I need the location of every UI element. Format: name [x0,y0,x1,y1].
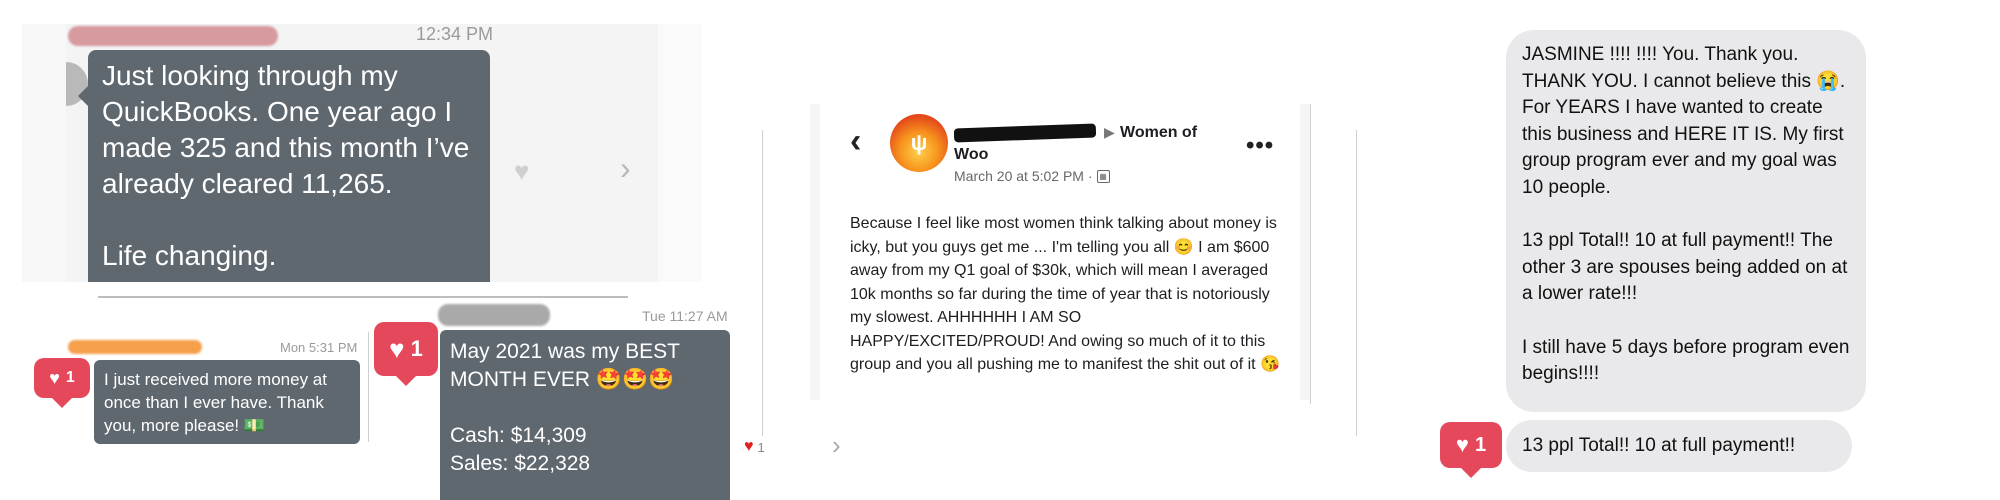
message-text: Just looking through my QuickBooks. One … [102,60,470,271]
post-card: ‹ ψ ▶ Women of Woo March 20 at 5:02 PM ·… [820,104,1300,400]
back-icon[interactable]: ‹ [850,122,861,161]
chevron-right-icon[interactable]: › [620,150,631,187]
reply-bubble: 13 ppl Total!! 10 at full payment!! [1506,420,1852,472]
group-name[interactable]: Women of Woo [954,122,1214,166]
reply-text: 13 ppl Total!! 10 at full payment!! [1522,435,1796,456]
panel-quickbooks-screenshot: 12:34 PM Just looking through my QuickBo… [22,24,702,282]
bubble-pointer [78,86,88,106]
panel-more-money-message: Mon 5:31 PM ♥ 1 I just received more mon… [34,336,368,456]
small-heart-reaction[interactable]: ♥ 1 [744,438,765,456]
panel-imessage-thread: JASMINE !!!! !!!! You. Thank you. THANK … [1440,30,1900,490]
message-text: I just received more money at once than … [104,370,327,435]
heart-icon: ♥ [1455,432,1469,457]
redacted-sender-name [68,340,202,354]
message-timestamp: Tue 11:27 AM [642,308,728,324]
message-bubble: JASMINE !!!! !!!! You. Thank you. THANK … [1506,30,1866,412]
heart-count: 1 [65,369,75,386]
heart-icon[interactable]: ♥ [514,156,529,187]
message-text: JASMINE !!!! !!!! You. Thank you. THANK … [1522,44,1850,385]
panel-facebook-post: ‹ ψ ▶ Women of Woo March 20 at 5:02 PM ·… [810,104,1310,400]
heart-reaction-badge[interactable]: ♥ 1 [374,322,438,386]
post-text: Because I feel like most women think tal… [850,215,1280,373]
heart-reaction-badge[interactable]: ♥ 1 [1440,422,1502,478]
separator-line [1310,104,1311,404]
message-timestamp: 12:34 PM [416,24,494,44]
utensils-icon: ψ [910,130,928,155]
message-bubble: May 2021 was my BEST MONTH EVER 🤩🤩🤩 Cash… [440,330,730,500]
globe-icon: ▦ [1096,169,1110,183]
heart-count: 1 [410,336,423,361]
message-bubble: Just looking through my QuickBooks. One … [88,50,490,282]
message-bubble: I just received more money at once than … [94,360,360,444]
message-timestamp: Mon 5:31 PM [280,340,358,355]
left-edge-strip [22,24,66,282]
redacted-sender-name [68,26,278,46]
panel-best-month-message: Tue 11:27 AM ♥ 1 May 2021 was my BEST MO… [374,302,841,500]
post-date: March 20 at 5:02 PM · [954,168,1093,184]
heart-count: 1 [1474,433,1487,456]
redacted-sender-name [438,304,550,326]
reaction-count: 1 [757,439,765,455]
right-edge-strip [658,24,702,282]
heart-icon: ♥ [744,438,754,455]
chevron-right-icon[interactable]: › [832,430,841,461]
separator-line [98,296,628,298]
fire-logo-icon: ψ [890,114,948,172]
heart-icon: ♥ [389,333,405,364]
post-date-row: March 20 at 5:02 PM · ▦ [954,168,1110,184]
heart-icon: ♥ [49,367,60,388]
heart-reaction-badge[interactable]: ♥ 1 [34,358,90,408]
separator-line [368,332,369,442]
message-text: May 2021 was my BEST MONTH EVER 🤩🤩🤩 Cash… [450,340,680,475]
separator-line [1356,130,1357,436]
more-icon[interactable]: ••• [1246,132,1274,160]
separator-line [762,130,763,436]
